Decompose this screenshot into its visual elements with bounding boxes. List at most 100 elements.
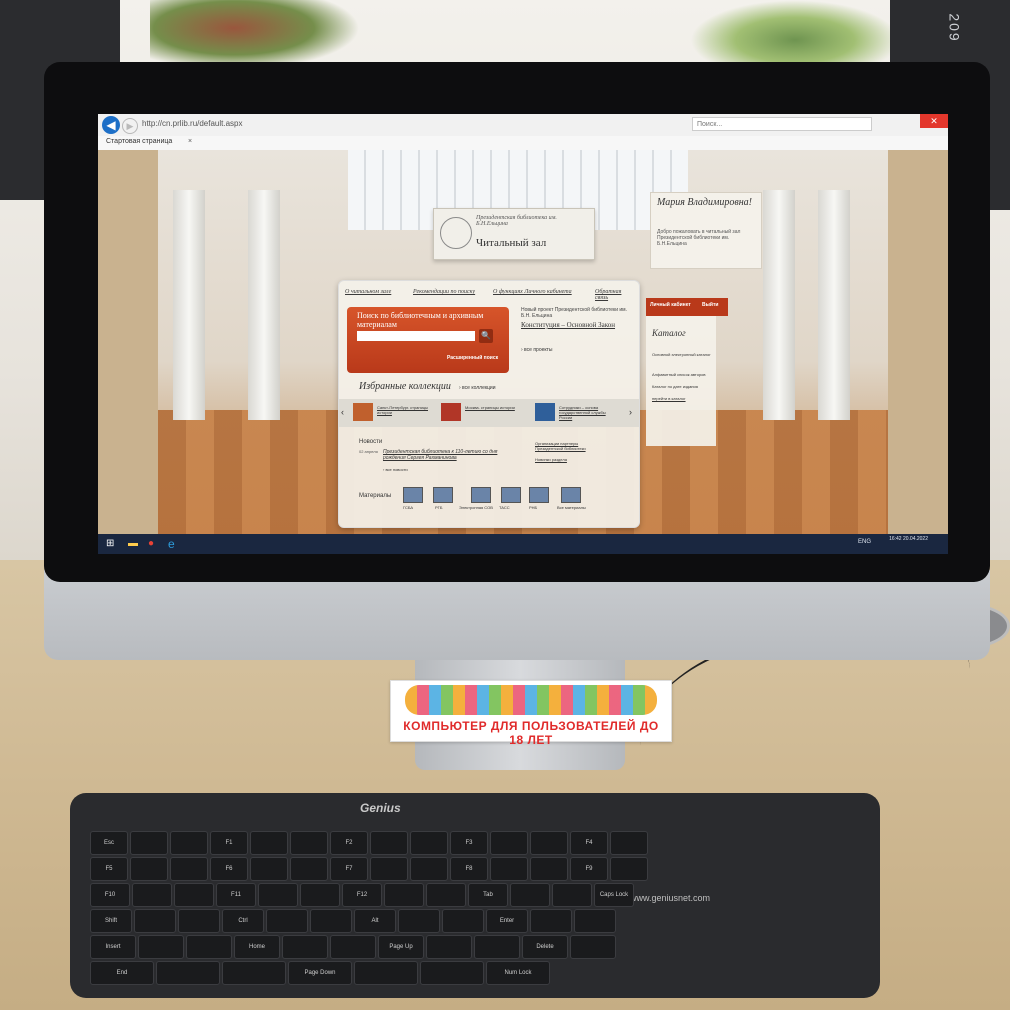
keyboard-key[interactable] [222, 961, 286, 985]
keyboard-key[interactable]: Ctrl [222, 909, 264, 933]
keyboard-key[interactable] [250, 857, 288, 881]
material-label[interactable]: Электронная СОВ [459, 505, 493, 510]
keyboard-key[interactable]: Page Up [378, 935, 424, 959]
keyboard-key[interactable]: F1 [210, 831, 248, 855]
back-arrow-icon[interactable]: ◀ [102, 116, 120, 134]
keyboard-key[interactable] [266, 909, 308, 933]
keyboard-key[interactable] [410, 857, 448, 881]
all-collections-link[interactable]: › все коллекции [459, 385, 496, 391]
keyboard-key[interactable] [490, 857, 528, 881]
material-icon[interactable] [403, 487, 423, 503]
cabinet-button[interactable]: Личный кабинет [650, 302, 691, 308]
keyboard-key[interactable]: F5 [90, 857, 128, 881]
keyboard-key[interactable] [530, 831, 568, 855]
keyboard-key[interactable] [370, 831, 408, 855]
keyboard-key[interactable] [420, 961, 484, 985]
keyboard-key[interactable] [552, 883, 592, 907]
material-label[interactable]: РНБ [529, 505, 537, 510]
keyboard-key[interactable] [474, 935, 520, 959]
keyboard-key[interactable] [410, 831, 448, 855]
collection-thumbnail[interactable] [353, 403, 373, 421]
keyboard-key[interactable]: F3 [450, 831, 488, 855]
catalog-item[interactable]: Алфавитный список авторов [652, 372, 712, 377]
keyboard-key[interactable] [156, 961, 220, 985]
advanced-search-link[interactable]: Расширенный поиск [447, 355, 498, 361]
close-window-button[interactable]: ✕ [920, 114, 948, 128]
catalog-search-input[interactable] [357, 331, 475, 341]
keyboard-key[interactable]: Delete [522, 935, 568, 959]
keyboard-key[interactable]: Alt [354, 909, 396, 933]
keyboard-key[interactable] [354, 961, 418, 985]
all-projects-link[interactable]: › все проекты [521, 347, 553, 353]
material-icon[interactable] [561, 487, 581, 503]
keyboard-key[interactable]: F8 [450, 857, 488, 881]
keyboard-key[interactable] [170, 831, 208, 855]
forward-arrow-icon[interactable]: ▶ [122, 118, 138, 134]
all-news-link[interactable]: › все новости [383, 467, 408, 472]
logout-button[interactable]: Выйти [702, 302, 718, 308]
keyboard-key[interactable] [250, 831, 288, 855]
keyboard-key[interactable]: F10 [90, 883, 130, 907]
keyboard-key[interactable] [490, 831, 528, 855]
folder-icon[interactable]: ▬ [128, 538, 140, 550]
keyboard-key[interactable] [300, 883, 340, 907]
keyboard-key[interactable] [530, 857, 568, 881]
keyboard-key[interactable] [530, 909, 572, 933]
keyboard-key[interactable] [310, 909, 352, 933]
keyboard-key[interactable] [186, 935, 232, 959]
keyboard-key[interactable] [130, 831, 168, 855]
keyboard-key[interactable]: F4 [570, 831, 608, 855]
nav-link-search-tips[interactable]: Рекомендации по поиску [413, 289, 475, 295]
keyboard-key[interactable]: F2 [330, 831, 368, 855]
url-input[interactable]: http://cn.prlib.ru/default.aspx [142, 119, 243, 128]
nav-link-cabinet-functions[interactable]: О функциях Личного кабинета [493, 289, 572, 295]
material-label[interactable]: Все материалы [557, 505, 586, 510]
material-label[interactable]: ГСБА [403, 505, 413, 510]
keyboard-key[interactable] [138, 935, 184, 959]
tab-close-icon[interactable]: × [188, 138, 192, 145]
start-icon[interactable]: ⊞ [106, 538, 118, 550]
keyboard-key[interactable] [426, 935, 472, 959]
nav-link-about[interactable]: О читальном зале [345, 289, 391, 295]
keyboard-key[interactable] [282, 935, 328, 959]
keyboard-key[interactable] [570, 935, 616, 959]
keyboard-key[interactable]: Caps Lock [594, 883, 634, 907]
keyboard-key[interactable] [610, 857, 648, 881]
keyboard-key[interactable] [178, 909, 220, 933]
keyboard-key[interactable]: Num Lock [486, 961, 550, 985]
keyboard-key[interactable] [442, 909, 484, 933]
keyboard-key[interactable] [398, 909, 440, 933]
keyboard-key[interactable] [510, 883, 550, 907]
chevron-left-icon[interactable]: ‹ [341, 407, 344, 417]
keyboard-key[interactable] [290, 857, 328, 881]
keyboard-key[interactable]: F12 [342, 883, 382, 907]
keyboard-key[interactable]: Page Down [288, 961, 352, 985]
keyboard-key[interactable]: F7 [330, 857, 368, 881]
news-link[interactable]: Президентская библиотека к 110-летию со … [383, 449, 503, 461]
chrome-icon[interactable]: ● [148, 538, 160, 550]
material-label[interactable]: ТАСС [499, 505, 510, 510]
collection-link[interactable]: Санкт-Петербург. страницы истории [377, 405, 437, 415]
collection-thumbnail[interactable] [441, 403, 461, 421]
material-icon[interactable] [501, 487, 521, 503]
material-icon[interactable] [433, 487, 453, 503]
search-icon[interactable]: 🔍 [479, 329, 493, 343]
keyboard-key[interactable] [610, 831, 648, 855]
keyboard-key[interactable]: Insert [90, 935, 136, 959]
keyboard-key[interactable] [170, 857, 208, 881]
keyboard-key[interactable] [290, 831, 328, 855]
keyboard-key[interactable] [370, 857, 408, 881]
material-label[interactable]: РГБ [435, 505, 442, 510]
keyboard-key[interactable] [574, 909, 616, 933]
keyboard-key[interactable] [426, 883, 466, 907]
tab-start-page[interactable]: Стартовая страница [106, 138, 172, 145]
material-icon[interactable] [471, 487, 491, 503]
language-indicator[interactable]: ENG [858, 539, 871, 545]
keyboard-key[interactable] [134, 909, 176, 933]
catalog-link[interactable]: перейти в каталог [652, 396, 712, 401]
keyboard-key[interactable]: F9 [570, 857, 608, 881]
project-link[interactable]: Конституция – Основной Закон [521, 321, 633, 329]
keyboard-key[interactable] [258, 883, 298, 907]
catalog-item[interactable]: Основной электронный каталог [652, 352, 712, 357]
collection-thumbnail[interactable] [535, 403, 555, 421]
